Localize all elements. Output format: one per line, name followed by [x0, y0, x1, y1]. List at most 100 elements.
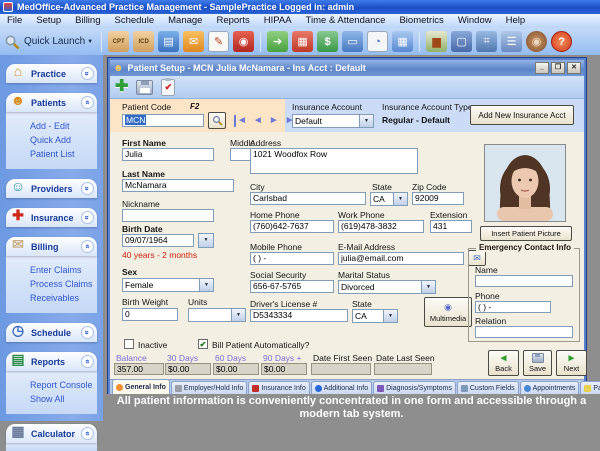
- tab-patient-notes[interactable]: Patient Notes: [580, 381, 600, 394]
- chevron-up-icon[interactable]: »: [81, 96, 94, 109]
- sidebar-header-providers[interactable]: ☺ Providers »: [6, 179, 97, 198]
- sidebar-item-add-edit[interactable]: Add - Edit: [30, 121, 97, 131]
- tab-additional-info[interactable]: Additional Info: [311, 381, 372, 394]
- network-users-icon[interactable]: ⌗: [476, 31, 497, 52]
- patient-record-icon[interactable]: ▤: [158, 31, 179, 52]
- city-field[interactable]: Carlsbad: [250, 192, 366, 205]
- sidebar-header-practice[interactable]: ⌂ Practice »: [6, 64, 97, 83]
- menu-window[interactable]: Window: [451, 14, 499, 28]
- patient-search-button[interactable]: [208, 112, 226, 129]
- emergency-name-field[interactable]: [475, 275, 573, 287]
- extension-field[interactable]: 431: [430, 220, 472, 233]
- camera-icon[interactable]: ◉: [233, 31, 254, 52]
- verify-icon[interactable]: ✔: [161, 79, 175, 96]
- chevron-down-icon[interactable]: »: [81, 326, 94, 339]
- sidebar-header-billing[interactable]: ✉ Billing »: [6, 237, 97, 256]
- emergency-phone-field[interactable]: ( ) -: [475, 301, 551, 313]
- birth-date-field[interactable]: 09/07/1964: [122, 234, 194, 247]
- messages-icon[interactable]: ✉: [183, 31, 204, 52]
- tab-general-info[interactable]: General Info: [112, 379, 170, 394]
- menu-reports[interactable]: Reports: [209, 14, 256, 28]
- sidebar-header-schedule[interactable]: ◷ Schedule »: [6, 323, 97, 342]
- sidebar-header-insurance[interactable]: ✚ Insurance »: [6, 208, 97, 227]
- quick-launch-label[interactable]: Quick Launch: [24, 36, 85, 47]
- insert-picture-button[interactable]: Insert Patient Picture: [480, 226, 572, 241]
- back-button[interactable]: ◄ Back: [488, 350, 519, 376]
- patient-notes-icon[interactable]: ✎: [208, 31, 229, 52]
- sidebar-item-enter-claims[interactable]: Enter Claims: [30, 265, 97, 275]
- address-field[interactable]: 1021 Woodfox Row: [250, 148, 418, 174]
- chevron-up-icon[interactable]: »: [81, 240, 94, 253]
- sidebar-header-reports[interactable]: ▤ Reports »: [6, 352, 97, 371]
- add-patient-icon[interactable]: ✚: [115, 79, 128, 95]
- chevron-up-icon[interactable]: »: [81, 427, 94, 440]
- restore-icon[interactable]: ❐: [551, 62, 565, 74]
- emergency-relation-field[interactable]: [475, 326, 573, 338]
- help-icon[interactable]: ?: [551, 31, 572, 52]
- mobile-phone-field[interactable]: ( ) -: [250, 252, 334, 265]
- save-icon[interactable]: [136, 80, 153, 95]
- previous-record-icon[interactable]: ◄: [253, 115, 263, 127]
- patient-code-input[interactable]: MCN: [122, 114, 204, 127]
- state-select[interactable]: CA: [370, 192, 408, 206]
- marital-status-select[interactable]: Divorced: [338, 280, 436, 294]
- insurance-account-select[interactable]: Default: [292, 114, 374, 128]
- tab-employer-hold-info[interactable]: Employer/Hold Info: [171, 381, 248, 394]
- minimize-icon[interactable]: _: [535, 62, 549, 74]
- email-field[interactable]: julia@email.com: [338, 252, 464, 265]
- menu-schedule[interactable]: Schedule: [108, 14, 162, 28]
- menu-hipaa[interactable]: HIPAA: [257, 14, 299, 28]
- time-attendance-icon[interactable]: ☰: [501, 31, 522, 52]
- add-insurance-button[interactable]: Add New Insurance Acct: [470, 105, 574, 125]
- menu-billing[interactable]: Billing: [68, 14, 107, 28]
- sidebar-item-patient-list[interactable]: Patient List: [30, 149, 97, 159]
- chevron-down-icon[interactable]: »: [81, 211, 94, 224]
- icd-codes-icon[interactable]: ICD: [133, 31, 154, 52]
- workstation-icon[interactable]: ▢: [451, 31, 472, 52]
- chevron-down-icon[interactable]: »: [81, 182, 94, 195]
- window-titlebar[interactable]: ☻ Patient Setup - MCN Julia McNamara - I…: [110, 60, 584, 76]
- dl-state-select[interactable]: CA: [352, 309, 398, 323]
- search-icon[interactable]: [4, 34, 20, 50]
- quick-launch-dropdown-icon[interactable]: ▼: [87, 39, 93, 45]
- sidebar-item-show-all[interactable]: Show All: [30, 394, 97, 404]
- menu-help[interactable]: Help: [499, 14, 533, 28]
- inactive-checkbox[interactable]: [124, 339, 134, 349]
- sidebar-item-report-console[interactable]: Report Console: [30, 380, 97, 390]
- first-name-field[interactable]: Julia: [122, 148, 214, 161]
- next-record-icon[interactable]: ►: [269, 115, 279, 127]
- close-icon[interactable]: ✕: [567, 62, 581, 74]
- save-button[interactable]: Save: [523, 350, 552, 376]
- tab-diagnosis-symptoms[interactable]: Diagnosis/Symptoms: [373, 381, 456, 394]
- referrals-icon[interactable]: ➔: [267, 31, 288, 52]
- birth-date-dropdown-icon[interactable]: ▼: [198, 233, 214, 248]
- birth-weight-field[interactable]: 0: [122, 308, 178, 321]
- nickname-field[interactable]: [122, 209, 214, 222]
- chevron-down-icon[interactable]: »: [81, 67, 94, 80]
- menu-file[interactable]: File: [0, 14, 29, 28]
- menu-setup[interactable]: Setup: [29, 14, 68, 28]
- charts-icon[interactable]: ▆: [426, 31, 447, 52]
- statements-icon[interactable]: $: [317, 31, 338, 52]
- first-record-icon[interactable]: ◄: [234, 115, 247, 127]
- home-phone-field[interactable]: (760)642-7637: [250, 220, 334, 233]
- drivers-license-field[interactable]: D5343334: [250, 309, 348, 322]
- billing-calculator-icon[interactable]: ▦: [292, 31, 313, 52]
- cpt-codes-icon[interactable]: CPT: [108, 31, 129, 52]
- sidebar-item-quick-add[interactable]: Quick Add: [30, 135, 97, 145]
- next-button[interactable]: ► Next: [556, 350, 587, 376]
- units-select[interactable]: [188, 308, 246, 322]
- tab-custom-fields[interactable]: Custom Fields: [457, 381, 519, 394]
- zip-code-field[interactable]: 92009: [412, 192, 464, 205]
- menu-manage[interactable]: Manage: [161, 14, 209, 28]
- sidebar-item-receivables[interactable]: Receivables: [30, 293, 97, 303]
- biometrics-fingerprint-icon[interactable]: ◉: [526, 31, 547, 52]
- tab-insurance-info[interactable]: Insurance Info: [248, 381, 309, 394]
- bill-automatically-checkbox[interactable]: ✔: [198, 339, 208, 349]
- work-phone-field[interactable]: (619)478-3832: [338, 220, 424, 233]
- sidebar-header-calculator[interactable]: ▦ Calculator »: [6, 424, 97, 443]
- sidebar-item-process-claims[interactable]: Process Claims: [30, 279, 97, 289]
- menu-biometrics[interactable]: Biometrics: [392, 14, 450, 28]
- last-name-field[interactable]: McNamara: [122, 179, 234, 192]
- calendar-icon[interactable]: ▦: [392, 31, 413, 52]
